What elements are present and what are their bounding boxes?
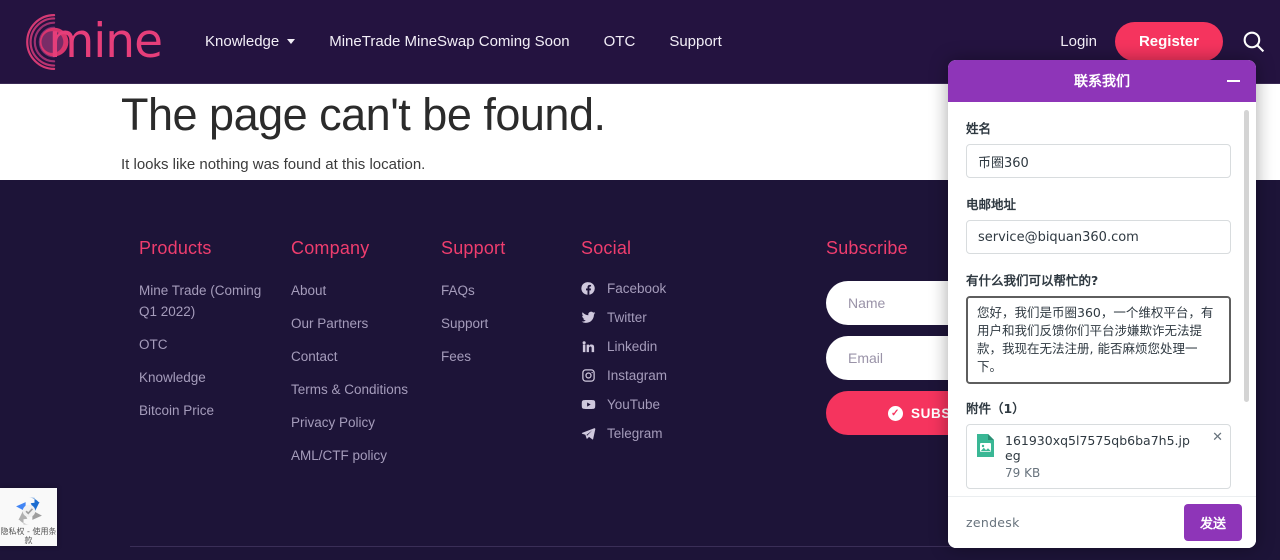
linkedin-icon xyxy=(582,341,595,353)
recaptcha-privacy-link[interactable]: 隐私权 xyxy=(1,527,25,536)
main-nav: Knowledge MineTrade MineSwap Coming Soon… xyxy=(188,33,1060,50)
message-field-label: 有什么我们可以帮忙的? xyxy=(966,273,1099,288)
social-link-telegram[interactable]: Telegram xyxy=(581,426,826,441)
close-icon[interactable]: ✕ xyxy=(1212,430,1223,443)
logo-wordmark: mine xyxy=(48,14,163,69)
nav-item-otc[interactable]: OTC xyxy=(587,33,653,50)
footer-link[interactable]: Fees xyxy=(441,347,571,368)
social-link-linkedin[interactable]: Linkedin xyxy=(581,339,826,354)
search-icon[interactable] xyxy=(1241,29,1266,54)
social-label: Linkedin xyxy=(607,339,658,354)
social-label: Facebook xyxy=(607,281,667,296)
contact-chat-widget: 联系我们 姓名 电邮地址 有什么我们可以帮忙的? 附件（1） 161 xyxy=(948,60,1256,548)
footer-link[interactable]: Contact xyxy=(291,347,421,368)
recaptcha-links[interactable]: 隐私权 - 使用条款 xyxy=(0,527,57,545)
recaptcha-badge[interactable]: 隐私权 - 使用条款 xyxy=(0,488,57,546)
footer-heading: Company xyxy=(291,238,370,258)
chat-widget-title: 联系我们 xyxy=(1074,74,1130,90)
footer-link[interactable]: Terms & Conditions xyxy=(291,380,441,401)
social-label: Twitter xyxy=(607,310,647,325)
name-field-label: 姓名 xyxy=(966,121,992,136)
name-input[interactable] xyxy=(966,144,1231,178)
nav-item-minetrade[interactable]: MineTrade MineSwap Coming Soon xyxy=(312,33,586,50)
social-link-youtube[interactable]: YouTube xyxy=(581,397,826,412)
youtube-icon xyxy=(581,400,596,409)
footer-heading: Social xyxy=(581,238,632,258)
telegram-icon xyxy=(581,428,596,440)
footer-link[interactable]: Privacy Policy xyxy=(291,413,421,434)
footer-link[interactable]: Knowledge xyxy=(139,368,269,389)
footer-column-support: Support FAQs Support Fees xyxy=(441,238,581,479)
nav-label: Support xyxy=(669,33,722,50)
attachments-label: 附件（1） xyxy=(966,401,1025,416)
facebook-icon xyxy=(581,282,595,295)
footer-link[interactable]: OTC xyxy=(139,335,269,356)
footer-link[interactable]: Our Partners xyxy=(291,314,421,335)
chevron-down-icon xyxy=(287,39,296,44)
nav-label: OTC xyxy=(603,33,636,50)
footer-link[interactable]: Bitcoin Price xyxy=(139,401,269,422)
send-button[interactable]: 发送 xyxy=(1183,504,1242,541)
social-link-facebook[interactable]: Facebook xyxy=(581,281,826,296)
email-input[interactable] xyxy=(966,220,1231,254)
nav-label: Knowledge xyxy=(205,33,280,50)
attachment-filename: 161930xq5l7575qb6ba7h5.jpeg xyxy=(1005,433,1190,463)
chat-widget-footer: zendesk 发送 xyxy=(948,496,1256,548)
twitter-icon xyxy=(581,311,596,323)
social-link-twitter[interactable]: Twitter xyxy=(581,310,826,325)
instagram-icon xyxy=(582,369,595,382)
header-actions: Login Register xyxy=(1060,22,1266,61)
chat-widget-body: 姓名 电邮地址 有什么我们可以帮忙的? 附件（1） 161930xq5l7575… xyxy=(948,102,1256,496)
image-file-icon xyxy=(977,434,994,457)
footer-link[interactable]: Support xyxy=(441,314,571,335)
footer-heading: Support xyxy=(441,238,506,258)
attachment-meta: 161930xq5l7575qb6ba7h5.jpeg 79 KB xyxy=(1005,433,1195,480)
social-label: Instagram xyxy=(607,368,668,383)
chat-widget-header: 联系我们 xyxy=(948,60,1256,102)
social-label: Telegram xyxy=(607,426,663,441)
login-link[interactable]: Login xyxy=(1060,33,1097,50)
register-button[interactable]: Register xyxy=(1114,22,1223,61)
chat-widget-scrollbar[interactable] xyxy=(1244,110,1249,402)
page-root: mine Knowledge MineTrade MineSwap Coming… xyxy=(0,0,1280,560)
footer-link[interactable]: Mine Trade (Coming Q1 2022) xyxy=(139,281,269,323)
attachment-filesize: 79 KB xyxy=(1005,466,1041,480)
footer-link[interactable]: AML/CTF policy xyxy=(291,446,421,467)
footer-link[interactable]: FAQs xyxy=(441,281,571,302)
recaptcha-terms-link[interactable]: 使用条款 xyxy=(25,527,57,544)
attachment-item[interactable]: 161930xq5l7575qb6ba7h5.jpeg 79 KB ✕ xyxy=(966,424,1231,489)
nav-label: MineTrade MineSwap Coming Soon xyxy=(329,33,570,50)
zendesk-brand: zendesk xyxy=(966,515,1020,530)
footer-column-products: Products Mine Trade (Coming Q1 2022) OTC… xyxy=(139,238,291,479)
social-link-instagram[interactable]: Instagram xyxy=(581,368,826,383)
footer-link[interactable]: About xyxy=(291,281,421,302)
check-circle-icon: ✓ xyxy=(888,405,904,421)
site-logo[interactable]: mine xyxy=(2,7,163,77)
nav-item-knowledge[interactable]: Knowledge xyxy=(188,33,312,50)
social-label: YouTube xyxy=(607,397,661,412)
nav-item-support[interactable]: Support xyxy=(652,33,739,50)
minimize-icon[interactable] xyxy=(1227,80,1240,82)
footer-column-social: Social Facebook Twitter Linkedin Instagr… xyxy=(581,238,826,479)
footer-column-company: Company About Our Partners Contact Terms… xyxy=(291,238,441,479)
footer-heading: Products xyxy=(139,238,212,258)
message-textarea[interactable] xyxy=(966,296,1231,384)
email-field-label: 电邮地址 xyxy=(966,197,1017,212)
recaptcha-icon xyxy=(15,497,42,525)
